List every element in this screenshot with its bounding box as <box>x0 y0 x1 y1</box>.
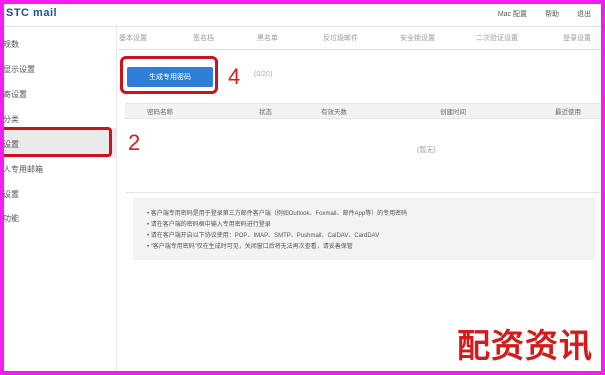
top-nav: Mac 配置 帮助 退出 <box>498 9 591 19</box>
tab-login[interactable]: 登录设置 <box>563 33 591 43</box>
step-annotation-2: 2 <box>128 130 141 155</box>
column-header-days: 有效天数 <box>321 109 347 116</box>
sidebar-item-7[interactable]: 功能 <box>3 213 19 224</box>
tab-blacklist[interactable]: 黑名单 <box>257 33 278 43</box>
top-bar: STC mail Mac 配置 帮助 退出 <box>4 4 601 27</box>
tab-signature[interactable]: 签名档 <box>193 33 214 43</box>
column-header-status: 状态 <box>259 109 272 116</box>
info-line: • “客户端专用密码”仅在生成时可见，关闭窗口后将无法再次查看，请妥善保管 <box>147 244 353 250</box>
sidebar <box>4 27 117 371</box>
tab-antispam[interactable]: 反垃圾邮件 <box>323 33 358 43</box>
password-table-header: 密码名称 状态 有效天数 创建时间 最近使用 <box>125 103 601 119</box>
tab-security-lock[interactable]: 安全锁设置 <box>400 33 435 43</box>
button-highlight-box <box>120 56 218 94</box>
brand-logo: STC mail <box>6 7 58 19</box>
top-nav-help[interactable]: 帮助 <box>545 9 559 19</box>
sidebar-item-2[interactable]: 寄设置 <box>3 89 27 100</box>
settings-tabs: 基本设置 签名档 黑名单 反垃圾邮件 安全锁设置 二次验证设置 登录设置 <box>117 27 601 50</box>
step-annotation-4: 4 <box>228 64 241 89</box>
info-box: • 客户端专用密码是用于登录第三方邮件客户端（例如Outlook、Foxmail… <box>133 198 595 260</box>
column-header-name: 密码名称 <box>147 109 173 116</box>
password-count-note: (0/20) <box>254 71 273 78</box>
tab-two-factor[interactable]: 二次验证设置 <box>476 33 518 43</box>
column-header-last-used: 最近使用 <box>555 109 581 116</box>
sidebar-item-1[interactable]: 显示设置 <box>3 64 35 75</box>
sidebar-item-5[interactable]: 人专用邮箱 <box>3 164 43 175</box>
sidebar-item-3[interactable]: 分类 <box>3 114 19 125</box>
info-line: • 请在客户端的密码框中输入专用密码进行登录 <box>147 222 271 228</box>
info-line: • 请在客户端开启以下协议使用：POP、IMAP、SMTP、Pushmail、C… <box>147 233 380 239</box>
column-header-created: 创建时间 <box>440 109 466 116</box>
sidebar-item-0[interactable]: 规数 <box>3 39 19 50</box>
table-empty-text: (暂无) <box>417 147 436 154</box>
sidebar-item-6[interactable]: 设置 <box>3 189 19 200</box>
top-nav-logout[interactable]: 退出 <box>577 9 591 19</box>
table-divider <box>125 192 601 193</box>
info-line: • 客户端专用密码是用于登录第三方邮件客户端（例如Outlook、Foxmail… <box>147 211 408 217</box>
top-nav-config[interactable]: Mac 配置 <box>498 9 527 19</box>
sidebar-highlight-box <box>0 127 112 157</box>
watermark-text: 配资资讯 <box>457 326 593 365</box>
tab-basic[interactable]: 基本设置 <box>119 33 147 43</box>
